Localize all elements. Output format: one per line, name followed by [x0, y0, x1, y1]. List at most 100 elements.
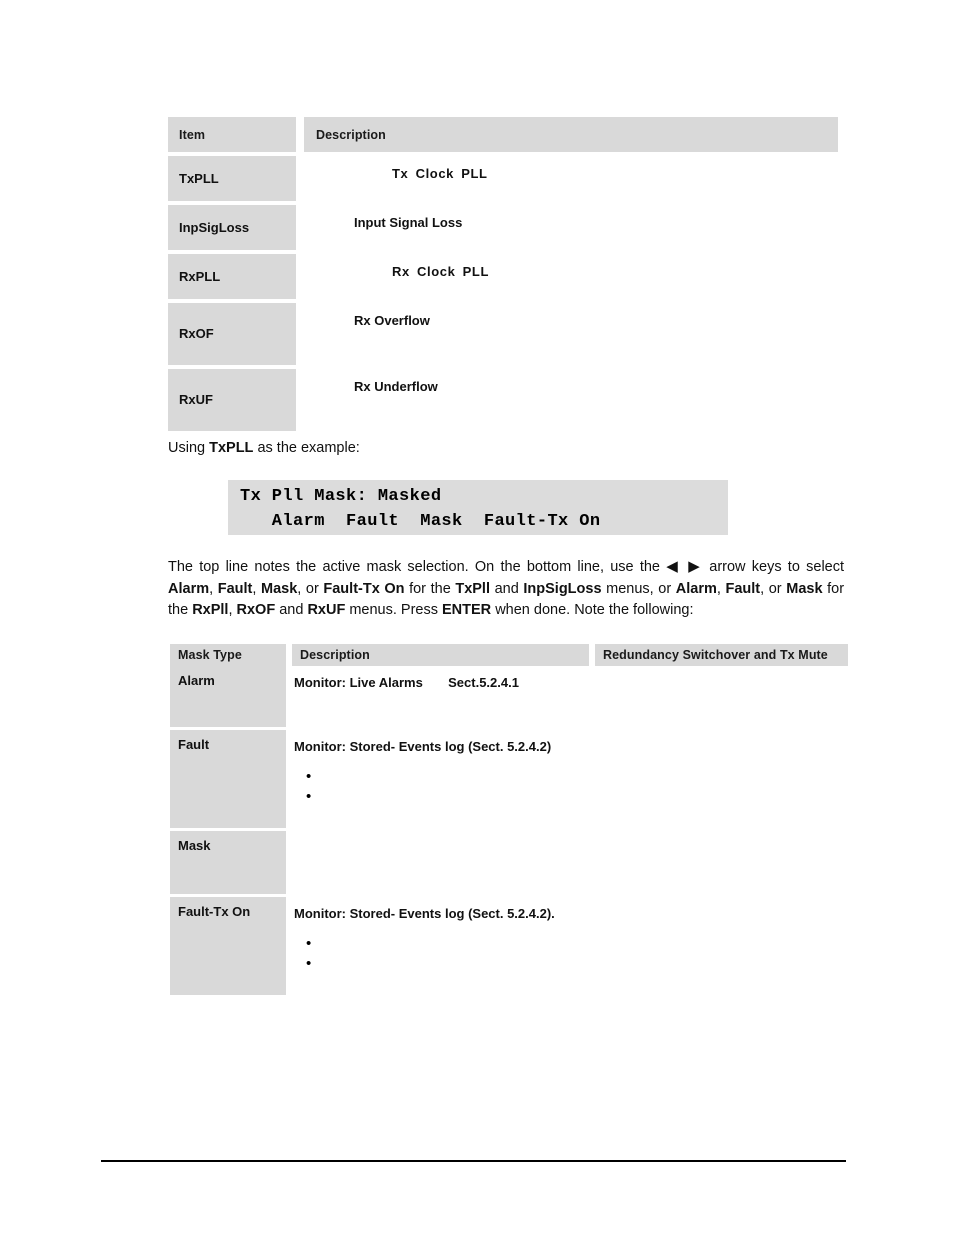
bullet-list-fault [292, 768, 589, 811]
list-item [306, 768, 589, 791]
desc-line-2a: Events log (Sect. 5.2.4.2). [398, 906, 555, 921]
term-fault: Fault [217, 580, 253, 597]
using-suffix: as the example: [253, 440, 360, 456]
description-text: Tx Clock PLL [392, 166, 488, 181]
para-text: when done. Note the following: [491, 602, 694, 618]
mask-type-cell-mask: Mask [170, 831, 286, 894]
header-cell-item: Item [168, 117, 296, 152]
table-header-row: Item Description [168, 117, 838, 152]
para-text: , [209, 580, 218, 597]
description-cell-rxof: Rx Overflow [304, 303, 838, 365]
description-text: Rx Clock PLL [392, 264, 489, 279]
term-fault-2: Fault [725, 580, 761, 597]
header-label-redundancy: Redundancy Switchover and Tx Mute [603, 648, 828, 662]
lcd-line-1: Tx Pll Mask: Masked [240, 487, 442, 506]
item-description-table: Item Description TxPLL Tx Clock PLL InpS… [168, 117, 838, 431]
description-text: Monitor: Stored- Events log (Sect. 5.2.4… [292, 730, 589, 757]
description-text: Rx Overflow [354, 313, 430, 328]
mask-type-table: Mask Type Description Redundancy Switcho… [170, 644, 848, 995]
item-cell-rxpll: RxPLL [168, 254, 296, 299]
description-cell-fault-tx-on: Monitor: Stored- Events log (Sect. 5.2.4… [292, 897, 589, 995]
term-alarm: Alarm [168, 580, 210, 597]
description-text: Input Signal Loss [354, 215, 463, 230]
redundancy-text [595, 897, 848, 904]
header-label-mask-type: Mask Type [178, 648, 242, 662]
para-text: , [252, 580, 261, 597]
item-label: RxPLL [179, 268, 221, 284]
mask-type-label: Mask [178, 838, 211, 853]
mask-type-cell-fault: Fault [170, 730, 286, 828]
item-label: TxPLL [179, 170, 219, 186]
term-rxpll: RxPll [192, 602, 229, 618]
column-gap [296, 117, 304, 152]
desc-line-2b: Sect.5.2.4.1 [448, 675, 519, 690]
table-row: Alarm Monitor: Live Alarms Sect.5.2.4.1 [170, 666, 848, 727]
item-cell-txpll: TxPLL [168, 156, 296, 201]
redundancy-cell-alarm [595, 666, 848, 727]
mask-type-label: Fault-Tx On [178, 904, 251, 919]
term-alarm-2: Alarm [675, 580, 717, 597]
para-text: The top line notes the active mask selec… [168, 559, 667, 575]
description-cell-alarm: Monitor: Live Alarms Sect.5.2.4.1 [292, 666, 589, 727]
using-example-line: Using TxPLL as the example: [168, 438, 768, 460]
para-text: , or [297, 580, 324, 597]
term-enter-key: ENTER [442, 602, 492, 618]
para-text: arrow keys to [703, 559, 800, 575]
mask-type-cell-fault-tx-on: Fault-Tx On [170, 897, 286, 995]
table-row: RxUF Rx Underflow [168, 369, 838, 431]
lcd-line-2: Alarm Fault Mask Fault-Tx On [240, 512, 601, 531]
column-gap [296, 205, 304, 250]
list-item [306, 788, 589, 811]
para-text: menus, or [601, 580, 676, 597]
redundancy-text [595, 730, 848, 737]
column-gap [296, 156, 304, 201]
mask-type-label: Alarm [178, 673, 215, 688]
para-text: , or [760, 580, 782, 597]
table-row: Fault-Tx On Monitor: Stored- Events log … [170, 897, 848, 995]
table-row: Mask [170, 831, 848, 894]
description-cell-txpll: Tx Clock PLL [304, 156, 838, 201]
term-mask: Mask [261, 580, 298, 597]
item-cell-rxof: RxOF [168, 303, 296, 365]
desc-line-2a: Events log (Sect. 5.2.4.2) [398, 739, 552, 754]
term-rxof: RxOF [236, 602, 276, 618]
header-label-description: Description [316, 127, 386, 142]
column-gap [296, 369, 304, 431]
para-text: and [275, 602, 308, 618]
item-label: InpSigLoss [179, 219, 250, 235]
description-cell-inpsigloss: Input Signal Loss [304, 205, 838, 250]
redundancy-cell-fault [595, 730, 848, 828]
column-gap [296, 303, 304, 365]
header-cell-redundancy: Redundancy Switchover and Tx Mute [595, 644, 848, 666]
using-bold-term: TxPLL [209, 440, 254, 456]
mask-type-label: Fault [178, 737, 210, 752]
item-cell-inpsigloss: InpSigLoss [168, 205, 296, 250]
footer-divider [101, 1160, 846, 1162]
term-txpll: TxPll [455, 580, 490, 597]
table-header-row: Mask Type Description Redundancy Switcho… [170, 644, 848, 666]
using-prefix: Using [168, 440, 210, 456]
redundancy-cell-fault-tx-on [595, 897, 848, 995]
item-label: RxOF [179, 326, 214, 341]
list-item [306, 955, 589, 978]
desc-line-2a: Alarms [378, 675, 423, 690]
redundancy-text [595, 831, 848, 838]
para-text: , [228, 602, 237, 618]
lcd-display-example: Tx Pll Mask: Masked Alarm Fault Mask Fau… [228, 480, 728, 535]
desc-line-1: Monitor: Stored- [294, 739, 396, 754]
description-text [292, 831, 589, 838]
table-row: RxPLL Rx Clock PLL [168, 254, 838, 299]
description-cell-rxpll: Rx Clock PLL [304, 254, 838, 299]
description-cell-rxuf: Rx Underflow [304, 369, 838, 431]
column-gap [296, 254, 304, 299]
header-cell-description: Description [292, 644, 589, 666]
description-text: Rx Underflow [354, 379, 438, 394]
table-row: Fault Monitor: Stored- Events log (Sect.… [170, 730, 848, 828]
redundancy-text [595, 666, 848, 673]
header-cell-description: Description [304, 117, 838, 152]
document-page: Item Description TxPLL Tx Clock PLL InpS… [0, 0, 954, 1235]
para-text: menus. Press [345, 602, 443, 618]
bullet-list-fault-tx-on [292, 935, 589, 978]
para-text: select [806, 559, 845, 575]
table-row: InpSigLoss Input Signal Loss [168, 205, 838, 250]
